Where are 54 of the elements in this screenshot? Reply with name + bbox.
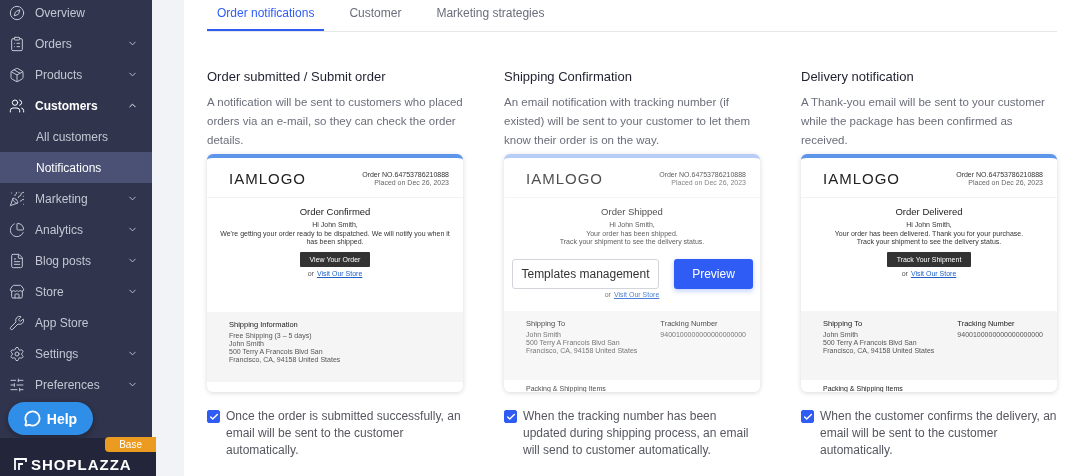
brand-name: SHOPLAZZA: [31, 456, 132, 473]
sidebar-item[interactable]: Overview: [0, 0, 152, 28]
sidebar-item[interactable]: Store: [0, 276, 152, 307]
notification-title: Shipping Confirmation: [504, 69, 633, 86]
email-heading: Order Confirmed: [299, 206, 371, 217]
email-heading: Order Delivered: [895, 206, 963, 217]
preview-button[interactable]: Preview: [674, 259, 753, 289]
sidebar-item[interactable]: Analytics: [0, 214, 152, 245]
sidebar-item[interactable]: App Store: [0, 307, 152, 338]
sidebar-item[interactable]: Marketing: [0, 183, 152, 214]
sidebar-item[interactable]: Customers: [0, 90, 152, 121]
nav-icon: [9, 35, 25, 52]
notification-description: A Thank-you email will be sent to your customer while the package has been confirmed as received.: [801, 95, 1046, 148]
checkbox-label: Once the order is submitted successfully, an email will be sent to the customer automatically.: [226, 408, 462, 459]
nav-icon: [9, 345, 25, 362]
nav-icon: [9, 190, 25, 207]
sidebar-item[interactable]: Blog posts: [0, 245, 152, 276]
logo-text: IAMLOGO: [229, 170, 306, 187]
sidebar-item[interactable]: Preferences: [0, 369, 152, 400]
sidebar-item[interactable]: Settings: [0, 338, 152, 369]
checkbox[interactable]: [504, 410, 517, 423]
sidebar-item[interactable]: Notifications: [0, 152, 152, 183]
sidebar-item[interactable]: All customers: [0, 121, 152, 152]
nav-icon: [9, 252, 25, 269]
checkbox-label: When the tracking number has been updated during shipping process, an email will send to customer automatically.: [523, 408, 750, 459]
notification-title: Order submitted / Submit order: [207, 69, 387, 86]
checkbox[interactable]: [207, 410, 220, 423]
sidebar-item[interactable]: Products: [0, 59, 152, 90]
nav-icon: [9, 97, 25, 114]
logo-text: IAMLOGO: [823, 170, 900, 187]
nav-icon: [9, 283, 25, 300]
notification-title: Delivery notification: [801, 69, 915, 86]
plan-badge: Base: [105, 437, 156, 452]
logo-text: IAMLOGO: [526, 170, 603, 187]
tab[interactable]: Customer: [339, 0, 412, 31]
nav-icon: [9, 66, 25, 83]
checkbox-label: When the customer confirms the delivery, an email will be sent to the customer automatically.: [820, 408, 1057, 459]
chat-icon: [23, 410, 41, 427]
notification-description: An email notification with tracking number (if existed) will be sent to your customer to let them know their order is on the way.: [504, 95, 752, 148]
checkbox[interactable]: [801, 410, 814, 423]
sidebar-item[interactable]: Orders: [0, 28, 152, 59]
notification-description: A notification will be sent to customers who placed orders via an e-mail, so they can check the order details.: [207, 95, 463, 148]
nav-icon: [9, 4, 25, 21]
email-heading: Order Shipped: [601, 206, 663, 217]
nav-icon: [9, 376, 25, 393]
email-preview-card[interactable]: [207, 154, 463, 392]
email-preview-card[interactable]: [801, 154, 1057, 392]
tab[interactable]: Order notifications: [207, 0, 325, 31]
nav-icon: [9, 314, 25, 331]
email-preview-card[interactable]: [504, 154, 760, 392]
templates-button[interactable]: Templates management: [512, 259, 659, 289]
logo-icon: [14, 458, 27, 471]
tab[interactable]: Marketing strategies: [426, 0, 555, 31]
nav-icon: [9, 221, 25, 238]
